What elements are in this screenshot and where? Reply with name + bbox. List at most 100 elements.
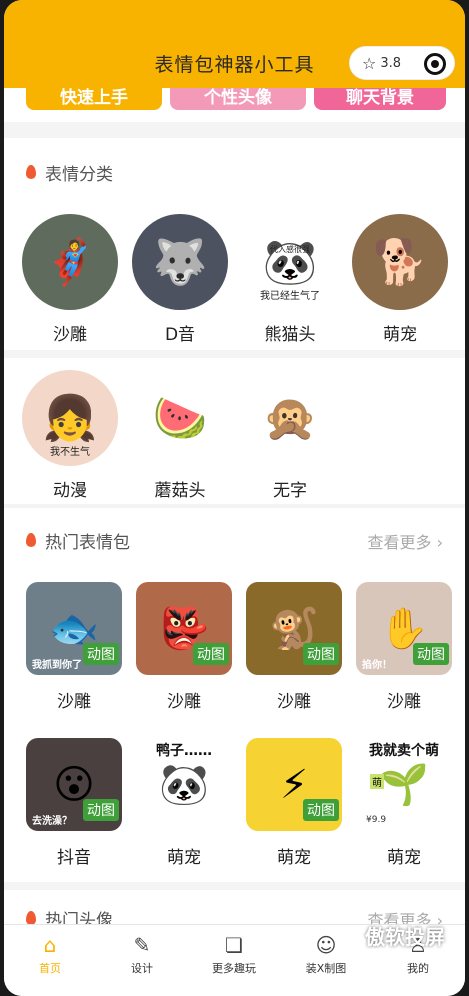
gif-badge: 动图 [193, 643, 229, 665]
hot-packs-section: 热门表情包 查看更多 › 🐟 我抓到你了 动图 沙雕 👺 动图 沙雕 🐒 动图 沙雕 ✋ 掐你！ 动图沙… [4, 508, 465, 882]
more-label: 查看更多 [367, 533, 432, 552]
tab-document[interactable]: ❏ 更多趣玩 [188, 933, 280, 976]
pack-label: 萌宠 [387, 848, 421, 868]
chat-background-label: 聊天背景 [346, 88, 414, 108]
personal-avatar-label: 个性头像 [204, 88, 272, 108]
category-image: 🐼 代入感很强 我已经生气了 [242, 214, 338, 310]
pack-item[interactable]: ⚡ 动图萌宠 [246, 738, 342, 868]
pack-item[interactable]: 👺 动图沙雕 [136, 582, 232, 712]
category-label: 蘑菇头 [154, 481, 206, 501]
tab-label: 设计 [131, 962, 153, 975]
image-caption-top: 代入感很强 [270, 245, 310, 254]
pack-thumbnail: ⚡ 动图 [246, 738, 342, 831]
hot-packs-more-link[interactable]: 查看更多 › [367, 529, 443, 553]
home-icon: ⌂ [43, 933, 57, 957]
category-label: 无字 [273, 481, 307, 501]
close-target-icon[interactable] [424, 53, 446, 75]
category-title: 表情分类 [45, 164, 113, 185]
category-item[interactable]: 👧 我不生气动漫 [20, 370, 120, 501]
image-caption: 掐你！ [362, 660, 392, 671]
category-image: 🦸 [22, 214, 118, 310]
document-icon: ❏ [225, 933, 243, 957]
tab-label: 首页 [39, 962, 61, 975]
image-caption: 我抓到你了 [32, 660, 82, 671]
pack-thumbnail: 🐼 鸭子…… [136, 738, 232, 831]
cute-tag: 萌 [370, 774, 384, 789]
watermark: 傲软投屏 [365, 925, 445, 949]
category-image: 🐕 [352, 214, 448, 310]
category-image: 🐺 [132, 214, 228, 310]
pack-label: 萌宠 [167, 848, 201, 868]
category-item[interactable]: 🐼 代入感很强 我已经生气了 熊猫头 [240, 214, 340, 345]
flame-icon [26, 911, 36, 925]
gif-badge: 动图 [83, 643, 119, 665]
tab-home[interactable]: ⌂ 首页 [4, 933, 96, 976]
tab-label: 我的 [407, 962, 429, 975]
pack-item[interactable]: 🐟 我抓到你了 动图沙雕 [26, 582, 122, 712]
pack-item[interactable]: 😮 去洗澡？ 动图 抖音 [26, 738, 122, 868]
flame-icon [26, 165, 36, 179]
tab-label: 装X制图 [305, 962, 347, 975]
category-item[interactable]: 🐕 萌宠 [350, 214, 450, 345]
category-item[interactable]: 🐺 D音 [130, 214, 230, 345]
category-label: 萌宠 [383, 325, 417, 345]
quick-actions: 快速上手 个性头像 聊天背景 [4, 88, 465, 122]
hot-packs-header: 热门表情包 [26, 528, 130, 553]
price-tag: ¥9.9 [366, 815, 387, 825]
category-label: D音 [164, 325, 196, 345]
category-item[interactable]: 🍉 蘑菇头 [130, 370, 230, 501]
category-item[interactable]: 🦸 沙雕 [20, 214, 120, 345]
pack-label: 抖音 [57, 848, 91, 868]
pack-thumbnail: 🐒 动图 [246, 582, 342, 675]
edit-icon: ✎ [133, 933, 151, 957]
gif-badge: 动图 [303, 643, 339, 665]
chat-background-button[interactable]: 聊天背景 [314, 88, 446, 110]
hot-packs-title: 热门表情包 [45, 532, 130, 553]
category-label: 熊猫头 [264, 325, 316, 345]
gif-badge: 动图 [83, 799, 119, 821]
pack-label: 沙雕 [167, 692, 201, 712]
category-section-row2: 👧 我不生气 动漫 🍉 蘑菇头 🙊 无字 [4, 358, 465, 504]
gif-badge: 动图 [303, 799, 339, 821]
pack-label: 沙雕 [57, 692, 91, 712]
tab-face[interactable]: ☺ 装X制图 [280, 933, 372, 976]
category-section: 表情分类 🦸 沙雕 🐺 D音 🐼 代入感很强 我已经生气了 熊猫头 🐕 萌宠 [4, 138, 465, 350]
image-caption-top: 鸭子…… [156, 743, 212, 759]
pack-item[interactable]: ✋ 掐你！ 动图 沙雕 [356, 582, 452, 712]
pack-label: 萌宠 [277, 848, 311, 868]
image-caption: 我已经生气了 [260, 291, 320, 302]
tab-edit[interactable]: ✎ 设计 [96, 933, 188, 976]
gif-badge: 动图 [413, 643, 449, 665]
category-header: 表情分类 [26, 160, 113, 185]
mini-program-capsule[interactable]: ☆ 3.8 [349, 46, 455, 80]
pack-label: 沙雕 [387, 692, 421, 712]
app-header: 表情包神器小工具 ☆ 3.8 [4, 0, 465, 88]
category-label: 沙雕 [53, 325, 87, 345]
quick-start-label: 快速上手 [60, 88, 128, 108]
image-caption: 我不生气 [50, 447, 90, 458]
pack-item[interactable]: 🐼 鸭子…… 萌宠 [136, 738, 232, 868]
personal-avatar-button[interactable]: 个性头像 [170, 88, 306, 110]
pack-thumbnail: 😮 去洗澡？ 动图 [26, 738, 122, 831]
image-caption: 去洗澡？ [32, 816, 72, 827]
pack-thumbnail: 👺 动图 [136, 582, 232, 675]
quick-start-button[interactable]: 快速上手 [26, 88, 162, 110]
flame-icon [26, 533, 36, 547]
face-icon: ☺ [315, 933, 337, 957]
pack-thumbnail: 🐟 我抓到你了 动图 [26, 582, 122, 675]
pack-thumbnail: ✋ 掐你！ 动图 [356, 582, 452, 675]
category-item[interactable]: 🙊 无字 [240, 370, 340, 501]
category-label: 动漫 [53, 481, 87, 501]
chevron-right-icon: › [436, 533, 443, 552]
app-screen: 表情包神器小工具 ☆ 3.8 快速上手 个性头像 聊天背景 表情分类 🦸 沙雕 🐺 D… [4, 0, 465, 996]
pack-item[interactable]: 🌱 我就卖个萌 ¥9.9 萌萌宠 [356, 738, 452, 868]
category-image: 👧 我不生气 [22, 370, 118, 466]
rating-value: 3.8 [380, 55, 402, 71]
pack-label: 沙雕 [277, 692, 311, 712]
category-image: 🙊 [242, 370, 338, 466]
pack-thumbnail: 🌱 我就卖个萌 ¥9.9 萌 [356, 738, 452, 831]
category-image: 🍉 [132, 370, 228, 466]
pack-item[interactable]: 🐒 动图沙雕 [246, 582, 342, 712]
tab-label: 更多趣玩 [212, 962, 256, 975]
image-caption-top: 我就卖个萌 [369, 743, 439, 759]
